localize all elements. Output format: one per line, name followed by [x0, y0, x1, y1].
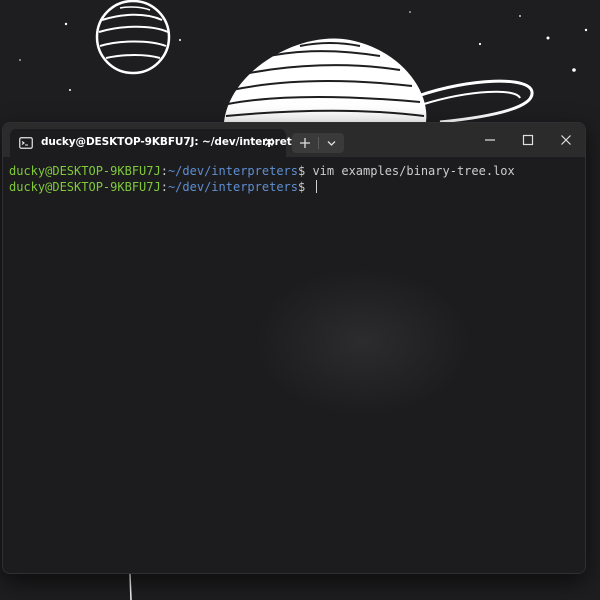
wallpaper-line — [129, 573, 132, 600]
prompt-separator: : — [160, 164, 168, 178]
ringed-planet — [224, 38, 534, 124]
prompt-path: ~/dev/interpreters — [167, 180, 298, 194]
prompt-user: ducky@DESKTOP-9KBFU7J — [9, 164, 161, 178]
terminal-output[interactable]: ducky@DESKTOP-9KBFU7J:~/dev/interpreters… — [3, 157, 585, 573]
maximize-icon[interactable] — [508, 127, 548, 153]
minimize-icon[interactable] — [470, 127, 510, 153]
tab-close-icon[interactable] — [262, 135, 276, 149]
small-planet — [95, 0, 171, 75]
tab-actions — [292, 133, 344, 153]
desktop: ducky@DESKTOP-9KBFU7J: ~/dev/interpreter… — [0, 0, 600, 600]
terminal-icon — [19, 137, 33, 149]
terminal-line: ducky@DESKTOP-9KBFU7J:~/dev/interpreters… — [9, 179, 318, 195]
chevron-down-icon[interactable] — [319, 133, 344, 153]
command-text — [305, 180, 312, 194]
prompt-user: ducky@DESKTOP-9KBFU7J — [9, 180, 161, 194]
background-glow — [253, 267, 473, 417]
terminal-line: ducky@DESKTOP-9KBFU7J:~/dev/interpreters… — [9, 163, 515, 179]
close-icon[interactable] — [546, 127, 586, 153]
new-tab-button[interactable] — [292, 133, 318, 153]
command-text: vim examples/binary-tree.lox — [305, 164, 515, 178]
prompt-path: ~/dev/interpreters — [167, 164, 298, 178]
terminal-window: ducky@DESKTOP-9KBFU7J: ~/dev/interpreter… — [2, 122, 586, 574]
text-cursor — [316, 180, 318, 193]
tab-terminal[interactable]: ducky@DESKTOP-9KBFU7J: ~/dev/interpreter… — [10, 129, 310, 157]
prompt-separator: : — [160, 180, 168, 194]
titlebar[interactable]: ducky@DESKTOP-9KBFU7J: ~/dev/interpreter… — [3, 123, 585, 157]
